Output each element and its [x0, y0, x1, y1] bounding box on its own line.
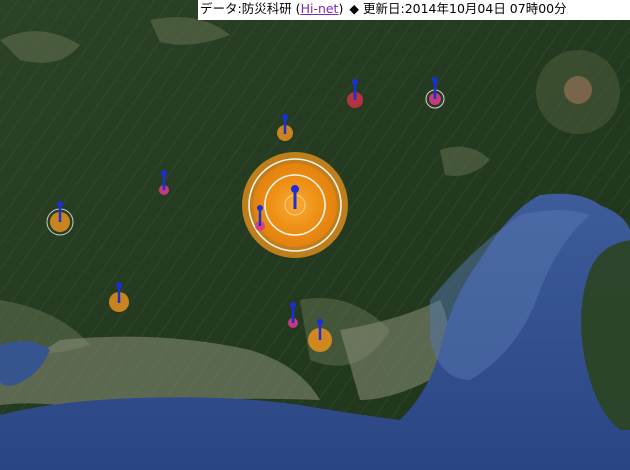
- pin-head: [291, 185, 299, 193]
- credit-prefix: データ:防災科研 (: [200, 1, 301, 16]
- diamond-icon: ◆: [349, 1, 359, 16]
- update-time: 更新日:2014年10月04日 07時00分: [362, 1, 567, 16]
- credit-suffix: ): [338, 1, 344, 16]
- satellite-terrain: [0, 0, 630, 470]
- earthquake-map[interactable]: データ:防災科研 (Hi-net) ◆ 更新日:2014年10月04日 07時00分: [0, 0, 630, 470]
- volcano-peak: [536, 50, 620, 134]
- hinet-link[interactable]: Hi-net: [301, 1, 339, 16]
- main-shock-marker[interactable]: [242, 152, 348, 258]
- data-credit-bar: データ:防災科研 (Hi-net) ◆ 更新日:2014年10月04日 07時00分: [198, 0, 630, 20]
